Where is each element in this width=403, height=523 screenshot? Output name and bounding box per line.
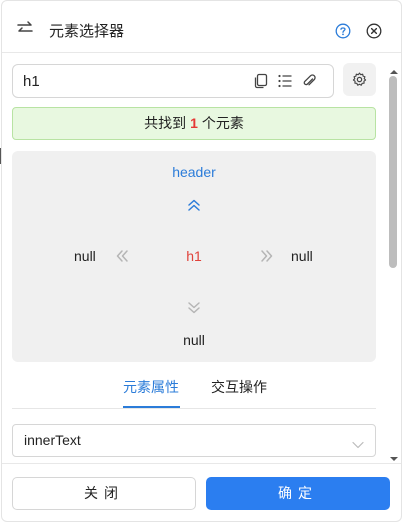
match-count-banner: 共找到 1 个元素 — [12, 107, 376, 140]
double-chevron-right-icon[interactable] — [260, 249, 274, 268]
attribute-select-value: innerText — [24, 432, 81, 448]
gear-icon — [352, 72, 367, 86]
question-circle-icon[interactable] — [335, 23, 351, 39]
parent-element-link[interactable]: header — [12, 164, 376, 180]
element-selector-panel: 元素选择器 h1 共找到 1 个元素 header null h1 null n… — [1, 0, 402, 522]
dom-navigator: header null h1 null null — [12, 151, 376, 362]
tab-element-attributes[interactable]: 元素属性 — [123, 377, 179, 397]
tab-interaction[interactable]: 交互操作 — [211, 377, 267, 397]
child-element-link[interactable]: null — [12, 332, 376, 348]
chevron-down-icon — [352, 436, 364, 454]
match-count-prefix: 共找到 — [144, 115, 187, 131]
double-chevron-up-icon[interactable] — [187, 198, 201, 217]
match-count-value: 1 — [190, 115, 198, 131]
scroll-up-arrow-icon[interactable] — [389, 61, 399, 74]
settings-button[interactable] — [343, 63, 376, 96]
close-circle-icon[interactable] — [366, 23, 382, 39]
panel-content: 共找到1个元素 header null h1 null — [2, 54, 388, 462]
scrollbar-thumb[interactable] — [389, 76, 397, 268]
swap-arrows-icon[interactable] — [15, 20, 35, 36]
attribute-select[interactable]: innerText — [12, 424, 376, 457]
list-icon[interactable] — [277, 73, 293, 89]
paperclip-icon[interactable] — [301, 73, 317, 89]
detail-tabs: 元素属性 交互操作 — [12, 372, 376, 409]
double-chevron-down-icon[interactable] — [187, 301, 201, 320]
next-sibling-link[interactable]: null — [291, 248, 313, 264]
active-tab-indicator — [123, 406, 180, 408]
current-element: h1 — [186, 248, 202, 264]
selector-input[interactable] — [23, 71, 243, 91]
match-count-suffix: 个元素 — [201, 115, 244, 131]
selector-input-box — [12, 64, 334, 98]
panel-footer: 关闭 确定 — [2, 463, 401, 521]
scroll-down-arrow-icon[interactable] — [389, 448, 399, 461]
close-button[interactable]: 关闭 — [12, 477, 196, 510]
copy-icon[interactable] — [253, 73, 269, 89]
panel-header: 元素选择器 — [2, 1, 401, 53]
confirm-button[interactable]: 确定 — [206, 477, 390, 510]
panel-title: 元素选择器 — [49, 22, 125, 40]
